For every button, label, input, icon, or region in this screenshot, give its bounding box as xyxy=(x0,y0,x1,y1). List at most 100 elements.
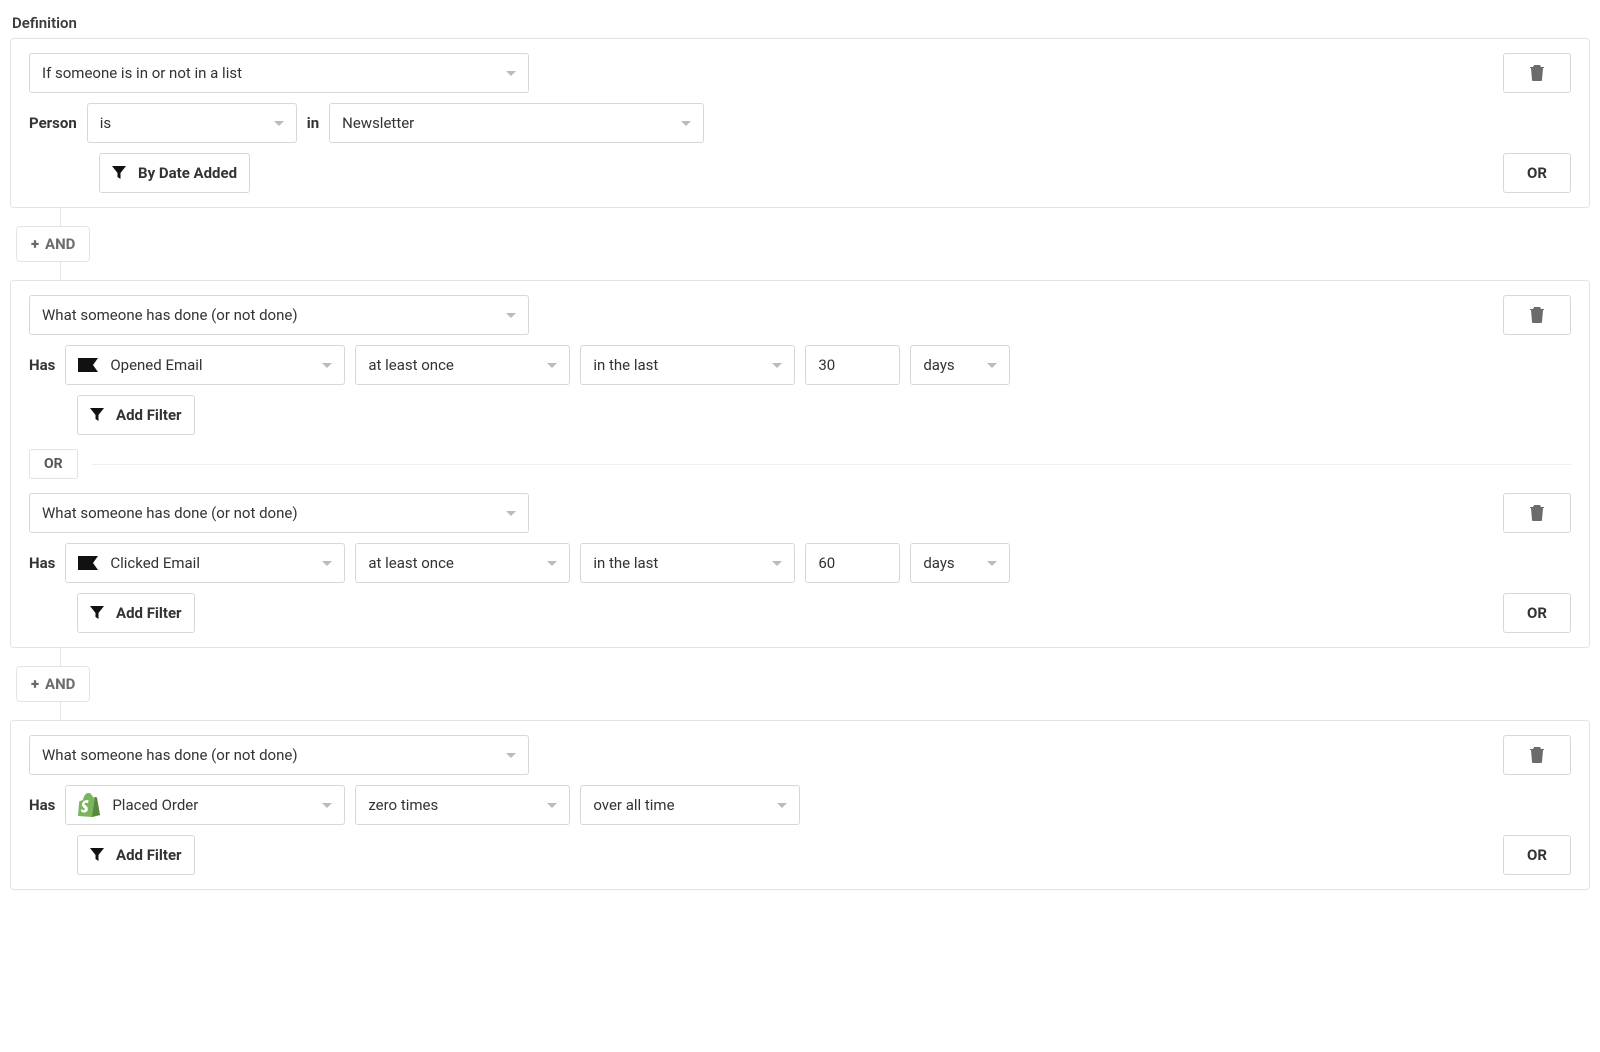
chevron-down-icon xyxy=(681,121,691,126)
condition-type-select[interactable]: If someone is in or not in a list xyxy=(29,53,529,93)
trash-icon xyxy=(1530,65,1544,81)
chevron-down-icon xyxy=(322,363,332,368)
chevron-down-icon xyxy=(772,363,782,368)
or-label: OR xyxy=(1527,164,1547,182)
filter-icon xyxy=(112,166,126,180)
condition-block-2: What someone has done (or not done) Has … xyxy=(10,280,1590,648)
and-label: AND xyxy=(45,235,75,253)
chevron-down-icon xyxy=(547,803,557,808)
frequency-value: at least once xyxy=(368,554,454,572)
chevron-down-icon xyxy=(547,363,557,368)
by-date-added-button[interactable]: By Date Added xyxy=(99,153,250,193)
chevron-down-icon xyxy=(547,561,557,566)
condition-type-value: What someone has done (or not done) xyxy=(42,746,298,764)
and-label: AND xyxy=(45,675,75,693)
frequency-select[interactable]: at least once xyxy=(355,543,570,583)
chevron-down-icon xyxy=(506,753,516,758)
frequency-value: zero times xyxy=(368,796,438,814)
chevron-down-icon xyxy=(322,561,332,566)
frequency-value: at least once xyxy=(368,356,454,374)
delete-condition-button[interactable] xyxy=(1503,493,1571,533)
range-number-input[interactable]: 60 xyxy=(805,543,900,583)
trash-icon xyxy=(1530,505,1544,521)
condition-type-value: What someone has done (or not done) xyxy=(42,504,298,522)
range-number-input[interactable]: 30 xyxy=(805,345,900,385)
shopify-icon xyxy=(78,793,100,817)
range-select[interactable]: over all time xyxy=(580,785,800,825)
event-select[interactable]: Clicked Email xyxy=(65,543,345,583)
condition-type-value: What someone has done (or not done) xyxy=(42,306,298,324)
or-divider-label: OR xyxy=(29,449,78,479)
and-connector: + AND xyxy=(10,208,1590,280)
trash-icon xyxy=(1530,747,1544,763)
add-filter-button[interactable]: Add Filter xyxy=(77,593,195,633)
section-heading: Definition xyxy=(12,14,1590,32)
chevron-down-icon xyxy=(987,363,997,368)
frequency-select[interactable]: zero times xyxy=(355,785,570,825)
event-value: Placed Order xyxy=(112,796,198,814)
or-divider: OR xyxy=(29,449,1571,479)
plus-icon: + xyxy=(31,235,39,253)
unit-value: days xyxy=(923,356,954,374)
add-filter-button[interactable]: Add Filter xyxy=(77,395,195,435)
condition-type-select[interactable]: What someone has done (or not done) xyxy=(29,295,529,335)
chevron-down-icon xyxy=(506,71,516,76)
range-number-value: 60 xyxy=(818,554,835,572)
unit-select[interactable]: days xyxy=(910,345,1010,385)
add-filter-button[interactable]: Add Filter xyxy=(77,835,195,875)
event-select[interactable]: Placed Order xyxy=(65,785,345,825)
filter-icon xyxy=(90,848,104,862)
add-filter-label: Add Filter xyxy=(116,406,182,424)
frequency-select[interactable]: at least once xyxy=(355,345,570,385)
chevron-down-icon xyxy=(987,561,997,566)
person-label: Person xyxy=(29,114,77,132)
chevron-down-icon xyxy=(777,803,787,808)
or-button[interactable]: OR xyxy=(1503,593,1571,633)
or-button[interactable]: OR xyxy=(1503,153,1571,193)
range-select[interactable]: in the last xyxy=(580,543,795,583)
delete-condition-button[interactable] xyxy=(1503,295,1571,335)
filter-icon xyxy=(90,408,104,422)
has-label: Has xyxy=(29,796,55,814)
delete-condition-button[interactable] xyxy=(1503,53,1571,93)
chevron-down-icon xyxy=(322,803,332,808)
chevron-down-icon xyxy=(506,313,516,318)
chevron-down-icon xyxy=(274,121,284,126)
and-connector: + AND xyxy=(10,648,1590,720)
or-label: OR xyxy=(1527,604,1547,622)
range-value: in the last xyxy=(593,554,658,572)
condition-block-1: If someone is in or not in a list Person… xyxy=(10,38,1590,208)
has-label: Has xyxy=(29,356,55,374)
event-select[interactable]: Opened Email xyxy=(65,345,345,385)
list-value: Newsletter xyxy=(342,114,414,132)
trash-icon xyxy=(1530,307,1544,323)
delete-condition-button[interactable] xyxy=(1503,735,1571,775)
condition-type-value: If someone is in or not in a list xyxy=(42,64,242,82)
event-value: Opened Email xyxy=(110,356,202,374)
and-button[interactable]: + AND xyxy=(16,226,90,262)
or-button[interactable]: OR xyxy=(1503,835,1571,875)
in-label: in xyxy=(307,114,319,132)
filter-icon xyxy=(90,606,104,620)
range-select[interactable]: in the last xyxy=(580,345,795,385)
range-value: over all time xyxy=(593,796,674,814)
condition-type-select[interactable]: What someone has done (or not done) xyxy=(29,735,529,775)
condition-block-3: What someone has done (or not done) Has … xyxy=(10,720,1590,890)
flag-icon xyxy=(78,358,98,372)
unit-value: days xyxy=(923,554,954,572)
range-number-value: 30 xyxy=(818,356,835,374)
by-date-added-label: By Date Added xyxy=(138,164,237,182)
unit-select[interactable]: days xyxy=(910,543,1010,583)
chevron-down-icon xyxy=(772,561,782,566)
person-op-value: is xyxy=(100,114,111,132)
flag-icon xyxy=(78,556,98,570)
person-op-select[interactable]: is xyxy=(87,103,297,143)
condition-type-select[interactable]: What someone has done (or not done) xyxy=(29,493,529,533)
or-label: OR xyxy=(1527,846,1547,864)
add-filter-label: Add Filter xyxy=(116,846,182,864)
add-filter-label: Add Filter xyxy=(116,604,182,622)
range-value: in the last xyxy=(593,356,658,374)
and-button[interactable]: + AND xyxy=(16,666,90,702)
chevron-down-icon xyxy=(506,511,516,516)
list-select[interactable]: Newsletter xyxy=(329,103,704,143)
